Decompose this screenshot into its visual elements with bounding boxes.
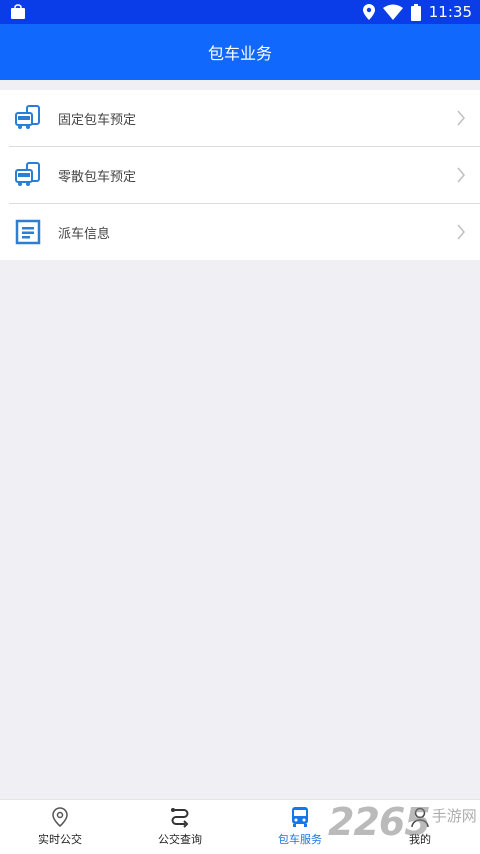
page-title: 包车业务	[207, 44, 272, 63]
tab-charter-service[interactable]: 包车服务	[240, 800, 360, 854]
bus-icon	[292, 807, 308, 827]
tab-label: 包车服务	[278, 833, 322, 846]
location-pin-icon	[52, 807, 68, 827]
menu-item-fixed-charter[interactable]: 固定包车预定	[0, 90, 480, 146]
bag-icon	[11, 4, 25, 19]
chevron-right-icon	[457, 110, 465, 126]
app-header: 包车业务	[0, 24, 480, 80]
chevron-right-icon	[457, 224, 465, 240]
tab-mine[interactable]: 我的	[360, 800, 480, 854]
bus-phone-icon	[15, 105, 40, 129]
bottom-tab-bar: 实时公交 公交查询 包车服务 我的	[0, 799, 480, 854]
tab-realtime-bus[interactable]: 实时公交	[0, 800, 120, 854]
status-time: 11:35	[428, 3, 472, 21]
location-icon	[362, 4, 375, 20]
tab-label: 实时公交	[38, 833, 82, 846]
tab-label: 我的	[409, 833, 431, 846]
menu-list: 固定包车预定 零散包车预定 派车信息	[0, 90, 480, 260]
menu-item-label: 零散包车预定	[58, 169, 137, 185]
status-bar: 11:35	[0, 0, 480, 24]
tab-label: 公交查询	[158, 833, 202, 846]
menu-item-label: 派车信息	[58, 226, 111, 242]
bus-phone-icon	[15, 162, 40, 186]
menu-item-label: 固定包车预定	[58, 112, 137, 128]
wifi-icon	[382, 4, 403, 20]
tab-bus-query[interactable]: 公交查询	[120, 800, 240, 854]
document-icon	[15, 219, 41, 245]
chevron-right-icon	[457, 167, 465, 183]
menu-item-dispatch-info[interactable]: 派车信息	[9, 203, 480, 260]
route-icon	[171, 808, 189, 828]
person-icon	[411, 807, 429, 828]
menu-item-scattered-charter[interactable]: 零散包车预定	[9, 146, 480, 203]
battery-icon	[410, 3, 421, 21]
